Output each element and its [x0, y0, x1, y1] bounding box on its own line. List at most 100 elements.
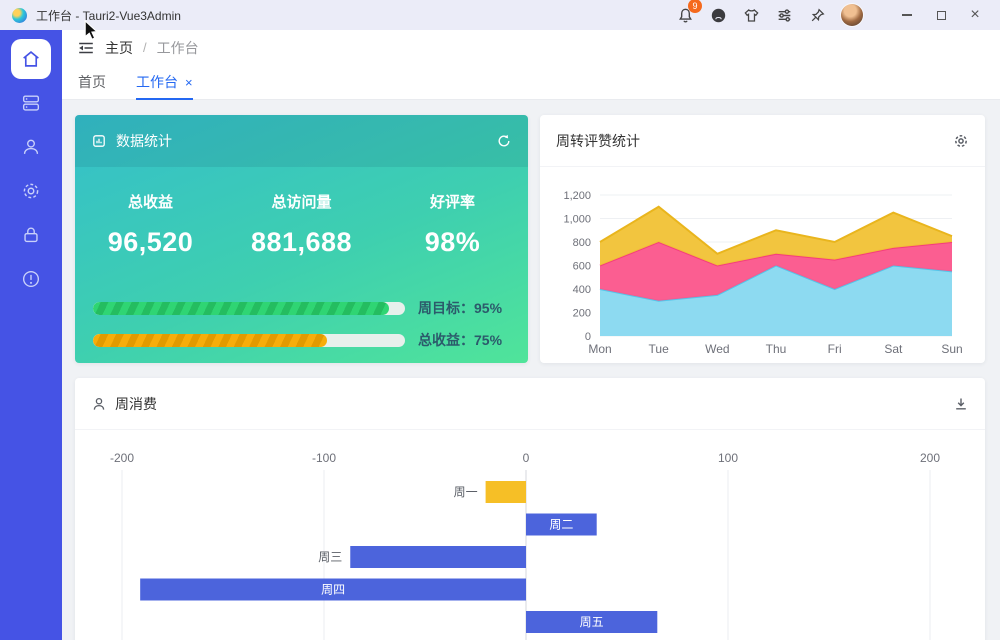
- stat-label: 好评率: [429, 194, 475, 211]
- sidebar-item-home[interactable]: [11, 39, 51, 79]
- breadcrumb-current: 工作台: [156, 39, 199, 56]
- svg-text:800: 800: [573, 237, 591, 249]
- close-button[interactable]: ×: [958, 1, 992, 29]
- bar-周三[interactable]: [350, 546, 526, 568]
- svg-text:周三: 周三: [318, 550, 342, 564]
- stats-card-header: 数据统计: [75, 115, 528, 167]
- notification-badge: 9: [688, 0, 702, 13]
- pin-icon: [811, 7, 825, 21]
- sliders-icon: [778, 8, 790, 22]
- tab-workbench[interactable]: 工作台 ×: [136, 65, 193, 100]
- svg-text:周四: 周四: [321, 583, 345, 597]
- avatar[interactable]: [841, 4, 863, 26]
- gear-icon: [23, 183, 39, 199]
- header-bar: 主页 / 工作台: [62, 30, 1000, 65]
- refresh-icon: [498, 134, 510, 147]
- github-icon: [711, 8, 725, 22]
- svg-text:600: 600: [573, 261, 591, 273]
- tab-close-icon[interactable]: ×: [185, 75, 193, 90]
- praise-card-title: 周转评赞统计: [556, 132, 640, 149]
- tab-home[interactable]: 首页: [78, 65, 106, 99]
- lock-icon: [24, 227, 38, 243]
- progress-total-revenue: 总收益：75%: [93, 330, 510, 350]
- progress-week-goal: 周目标：95%: [93, 298, 510, 318]
- praise-card-header: 周转评赞统计: [540, 115, 985, 167]
- sidebar-item-error[interactable]: [11, 259, 51, 299]
- svg-text:周五: 周五: [580, 615, 604, 629]
- gear-icon: [955, 134, 967, 147]
- svg-text:Mon: Mon: [588, 342, 611, 356]
- titlebar: 工作台 - Tauri2-Vue3Admin 9 ×: [0, 0, 1000, 30]
- svg-text:100: 100: [718, 451, 738, 465]
- stats-icon: [93, 135, 105, 147]
- home-icon: [23, 51, 39, 67]
- maximize-icon: [936, 10, 946, 20]
- progress-fill-green: [93, 301, 390, 315]
- app-logo-icon: [12, 7, 27, 23]
- notifications-button[interactable]: 9: [676, 0, 702, 24]
- consume-card-title: 周消费: [115, 395, 157, 412]
- titlebar-actions: 9 ×: [676, 0, 992, 29]
- download-button[interactable]: [953, 396, 969, 412]
- svg-text:Sat: Sat: [884, 342, 903, 356]
- github-button[interactable]: [709, 6, 727, 24]
- close-icon: ×: [970, 6, 980, 23]
- user-icon: [23, 139, 39, 154]
- collapse-menu-button[interactable]: [77, 39, 95, 57]
- layout-settings-button[interactable]: [775, 6, 793, 24]
- progress-label: 周目标：95%: [418, 300, 503, 316]
- svg-text:周二: 周二: [549, 518, 573, 532]
- svg-text:Tue: Tue: [649, 342, 670, 356]
- download-icon: [956, 398, 966, 409]
- stat-value: 98%: [424, 227, 481, 257]
- stat-visits: 总访问量 881,688: [226, 191, 377, 258]
- stat-label: 总访问量: [271, 194, 332, 211]
- svg-text:Sun: Sun: [941, 342, 962, 356]
- main-content: 数据统计 总收益 96,520 总访问量 881,688 好评率 98% 周目标…: [62, 100, 1000, 640]
- tab-home-label: 首页: [78, 74, 106, 90]
- svg-text:400: 400: [573, 284, 591, 296]
- maximize-button[interactable]: [924, 1, 958, 29]
- breadcrumb-home[interactable]: 主页: [105, 38, 133, 58]
- progress-label: 总收益：75%: [418, 332, 503, 348]
- window-controls: ×: [890, 1, 992, 29]
- tab-bar: 首页 工作台 ×: [62, 65, 1000, 100]
- refresh-button[interactable]: [496, 133, 512, 149]
- svg-text:-200: -200: [110, 451, 134, 465]
- stats-card: 数据统计 总收益 96,520 总访问量 881,688 好评率 98% 周目标…: [75, 115, 528, 363]
- minimize-icon: [902, 14, 912, 16]
- progress-fill-orange: [93, 333, 327, 347]
- sidebar-item-lock[interactable]: [11, 215, 51, 255]
- praise-area-chart[interactable]: 02004006008001,0001,200Mon Tue Wed Thu Fri Sa…: [540, 167, 985, 363]
- breadcrumb-separator: /: [143, 40, 147, 55]
- sidebar-item-settings[interactable]: [11, 171, 51, 211]
- stat-value: 96,520: [107, 227, 194, 257]
- theme-button[interactable]: [742, 6, 760, 24]
- progress-track: [93, 301, 405, 315]
- stat-label: 总收益: [127, 194, 173, 211]
- consume-bar-chart[interactable]: -200 -100 0 100 200 周一周二周三周四周五: [75, 432, 985, 640]
- sidebar-item-storage[interactable]: [11, 83, 51, 123]
- svg-text:-100: -100: [312, 451, 336, 465]
- pin-button[interactable]: [808, 6, 826, 24]
- bar-周一[interactable]: [485, 481, 526, 503]
- praise-chart-card: 周转评赞统计 0 200 400 600 800 1,000 1,200 Mon Tue Wed T…: [540, 115, 985, 363]
- chart-settings-button[interactable]: [953, 133, 969, 149]
- svg-text:Thu: Thu: [766, 342, 787, 356]
- tab-workbench-label: 工作台: [136, 74, 178, 90]
- minimize-button[interactable]: [890, 1, 924, 29]
- sidebar-item-user[interactable]: [11, 127, 51, 167]
- stat-praise-rate: 好评率 98%: [377, 191, 528, 258]
- sidebar: [0, 30, 62, 640]
- menu-fold-icon: [79, 42, 93, 53]
- stat-revenue: 总收益 96,520: [75, 191, 226, 258]
- svg-text:Fri: Fri: [828, 342, 842, 356]
- progress-rows: 周目标：95% 总收益：75%: [75, 298, 528, 350]
- window-title: 工作台 - Tauri2-Vue3Admin: [36, 8, 181, 23]
- alert-circle-icon: [22, 270, 40, 288]
- progress-track: [93, 333, 405, 347]
- storage-icon: [22, 95, 40, 111]
- svg-text:1,000: 1,000: [563, 214, 591, 226]
- svg-text:200: 200: [573, 308, 591, 320]
- stats-row: 总收益 96,520 总访问量 881,688 好评率 98%: [75, 191, 528, 258]
